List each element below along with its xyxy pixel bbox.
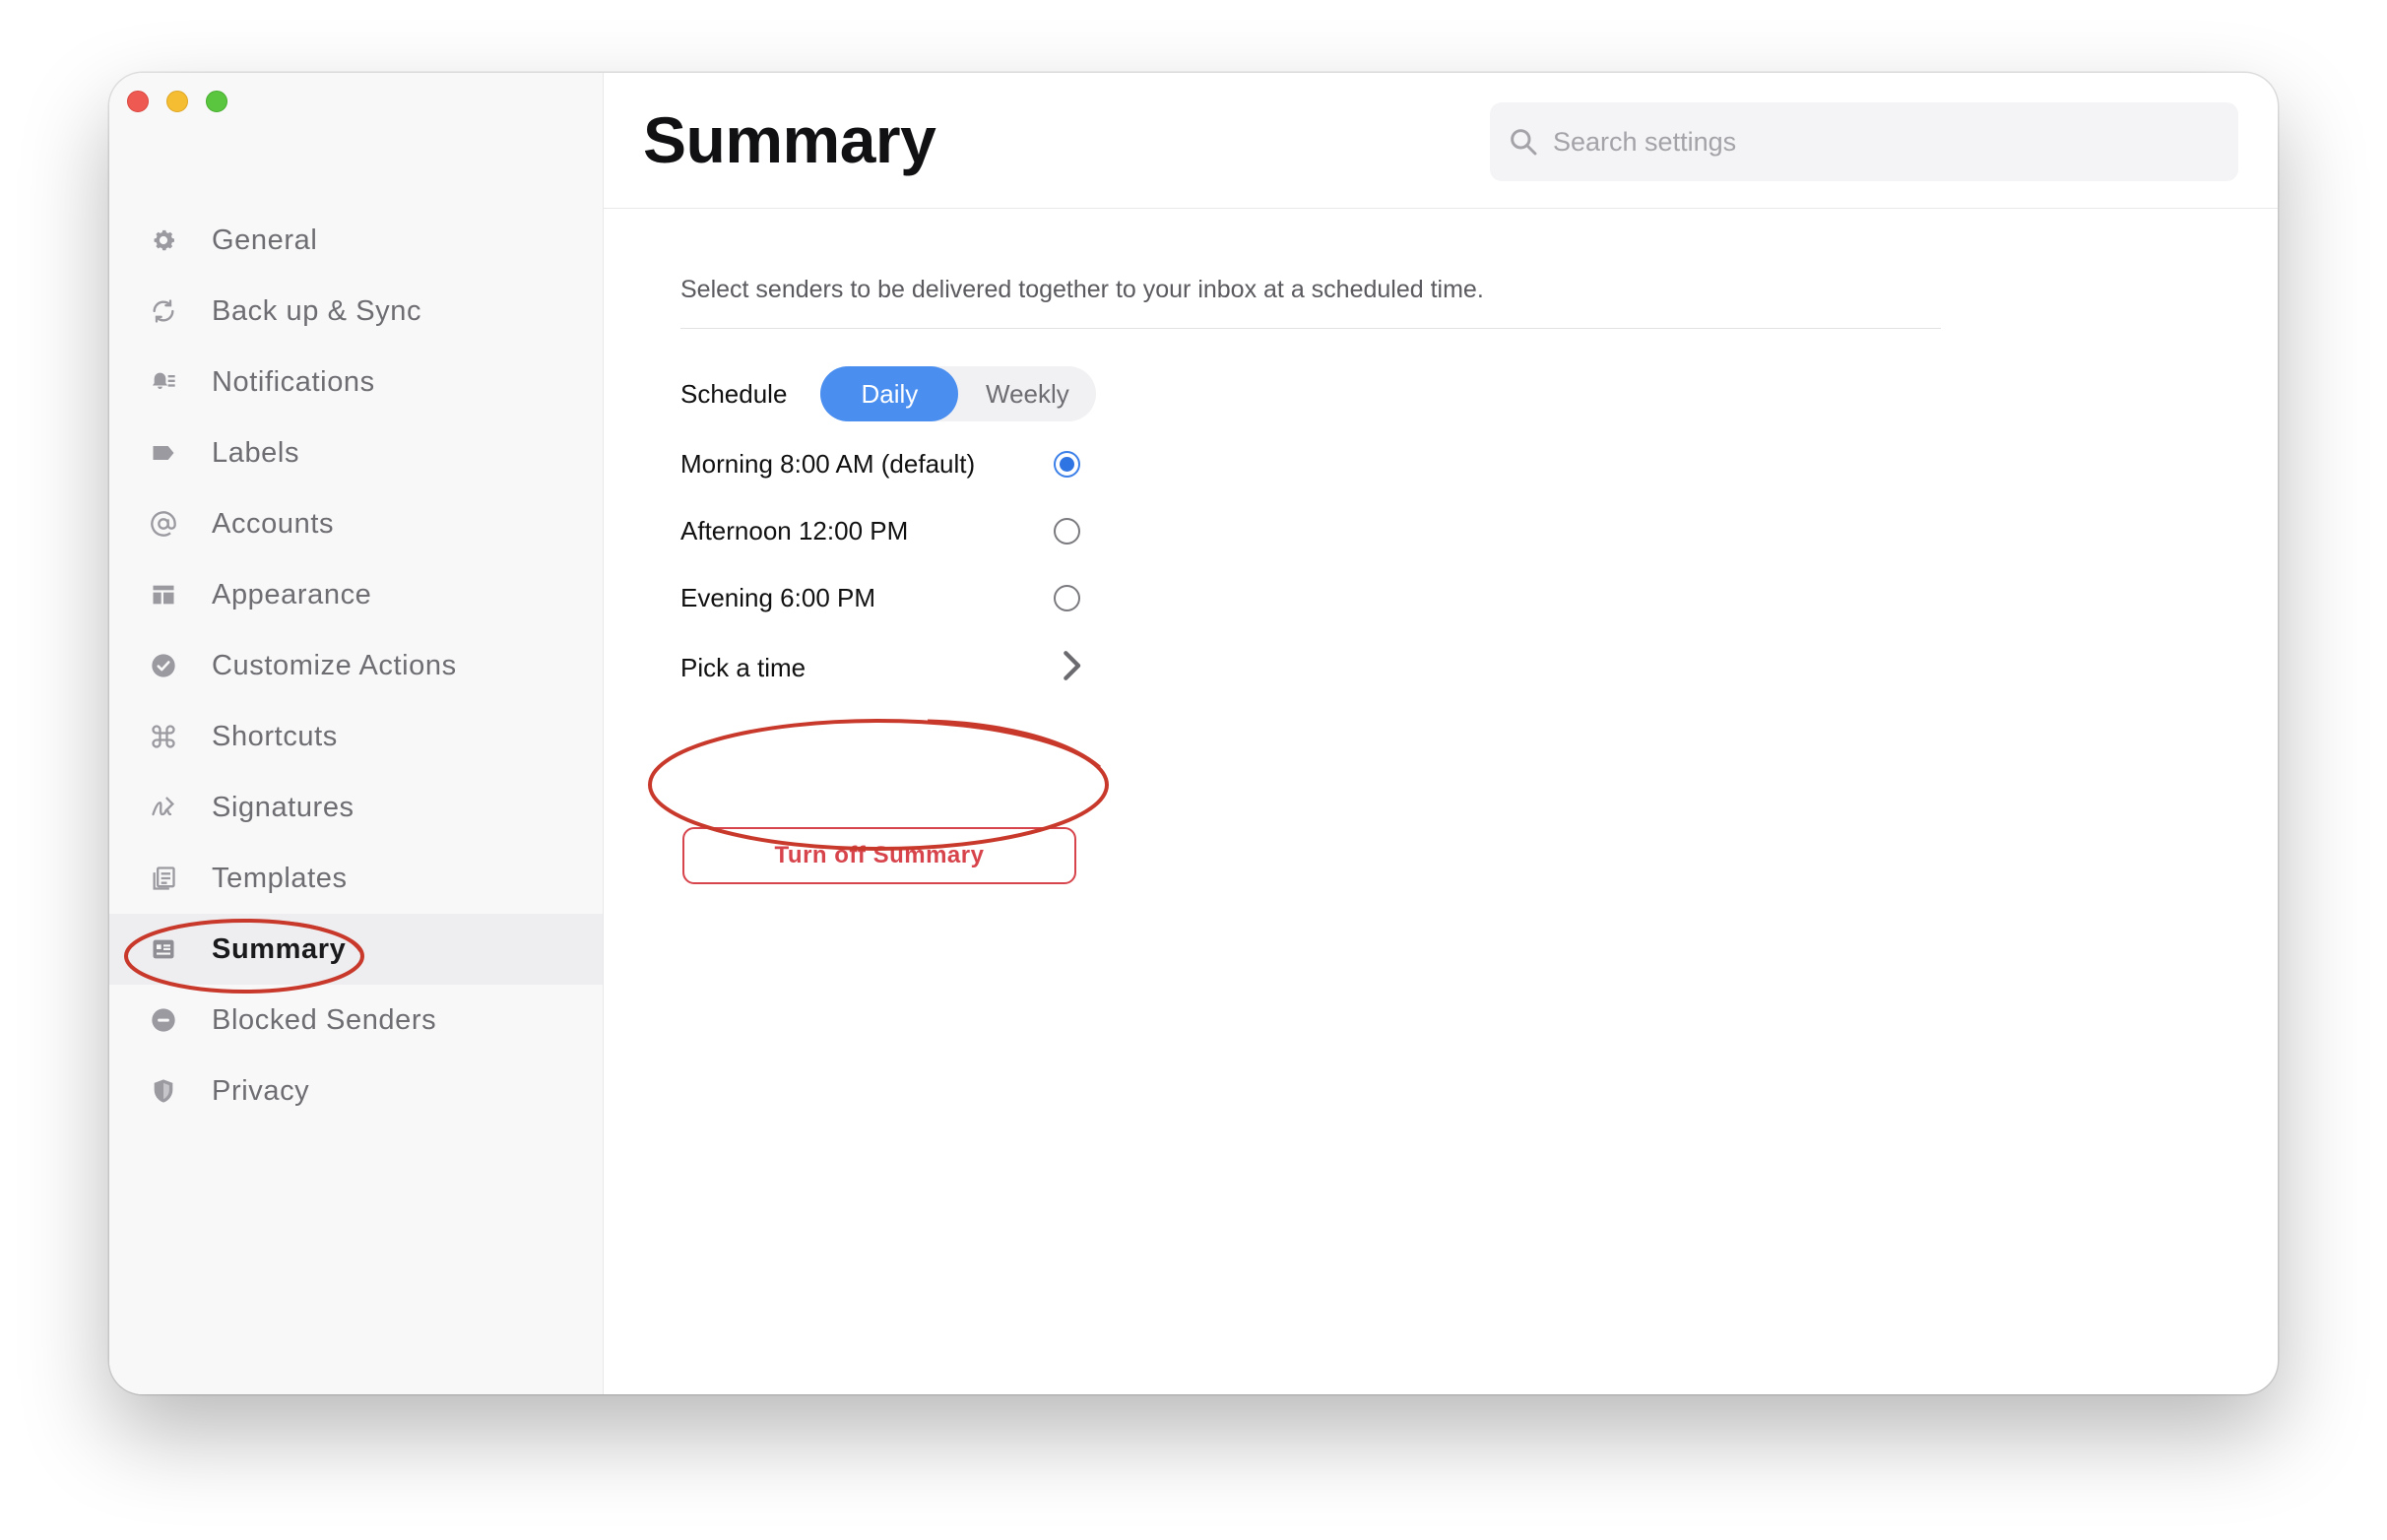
chevron-right-icon bbox=[1059, 649, 1084, 687]
sidebar-item-label: Notifications bbox=[212, 365, 375, 398]
close-window-button[interactable] bbox=[127, 91, 149, 112]
sidebar-item-blocked-senders[interactable]: Blocked Senders bbox=[109, 985, 603, 1056]
afternoon-radio[interactable] bbox=[1054, 517, 1080, 545]
search-icon bbox=[1511, 129, 1537, 156]
sidebar-item-label: Signatures bbox=[212, 791, 355, 823]
schedule-row: Schedule Daily Weekly bbox=[680, 366, 1097, 421]
blocked-icon bbox=[147, 1003, 180, 1037]
signature-pen-icon bbox=[147, 791, 180, 824]
sidebar-item-accounts[interactable]: Accounts bbox=[109, 488, 603, 559]
templates-icon bbox=[147, 862, 180, 895]
zoom-window-button[interactable] bbox=[206, 91, 227, 112]
sidebar-item-notifications[interactable]: Notifications bbox=[109, 347, 603, 417]
sidebar-item-shortcuts[interactable]: Shortcuts bbox=[109, 701, 603, 772]
morning-radio[interactable] bbox=[1054, 450, 1080, 478]
command-key-icon bbox=[147, 720, 180, 753]
minimize-window-button[interactable] bbox=[166, 91, 188, 112]
schedule-segmented-control: Daily Weekly bbox=[820, 366, 1097, 421]
schedule-label: Schedule bbox=[680, 378, 788, 409]
layout-icon bbox=[147, 578, 180, 611]
sidebar-item-templates[interactable]: Templates bbox=[109, 843, 603, 914]
shield-icon bbox=[147, 1074, 180, 1108]
schedule-weekly-button[interactable]: Weekly bbox=[958, 366, 1096, 421]
check-circle-icon bbox=[147, 649, 180, 682]
time-option-label: Afternoon 12:00 PM bbox=[680, 515, 909, 545]
sidebar-item-label: Back up & Sync bbox=[212, 294, 422, 327]
sidebar-item-label: Customize Actions bbox=[212, 649, 457, 681]
sidebar-item-backup-sync[interactable]: Back up & Sync bbox=[109, 276, 603, 347]
sidebar-item-label: Appearance bbox=[212, 578, 372, 610]
schedule-daily-button[interactable]: Daily bbox=[820, 366, 959, 421]
sidebar-item-label: Privacy bbox=[212, 1074, 310, 1107]
sidebar-item-labels[interactable]: Labels bbox=[109, 417, 603, 488]
sidebar-item-label: Accounts bbox=[212, 507, 335, 540]
search-box[interactable] bbox=[1490, 102, 2238, 181]
evening-radio[interactable] bbox=[1054, 584, 1080, 611]
at-sign-icon bbox=[147, 507, 180, 541]
window-controls bbox=[127, 91, 227, 112]
sidebar-item-summary[interactable]: Summary bbox=[109, 914, 603, 985]
pick-a-time-row[interactable]: Pick a time bbox=[680, 648, 1084, 687]
bell-icon bbox=[147, 365, 180, 399]
sidebar-item-label: Templates bbox=[212, 862, 348, 894]
time-option-afternoon[interactable]: Afternoon 12:00 PM bbox=[680, 511, 1084, 550]
settings-nav: General Back up & Sync Notifications Lab… bbox=[109, 205, 603, 1126]
sidebar-item-signatures[interactable]: Signatures bbox=[109, 772, 603, 843]
time-option-morning[interactable]: Morning 8:00 AM (default) bbox=[680, 444, 1084, 483]
pick-a-time-label: Pick a time bbox=[680, 652, 806, 682]
time-option-label: Evening 6:00 PM bbox=[680, 582, 876, 612]
sidebar: General Back up & Sync Notifications Lab… bbox=[109, 73, 604, 1394]
sidebar-item-label: Labels bbox=[212, 436, 300, 469]
search-input[interactable] bbox=[1553, 126, 2183, 158]
sidebar-item-appearance[interactable]: Appearance bbox=[109, 559, 603, 630]
sidebar-item-label: General bbox=[212, 224, 318, 256]
turn-off-summary-button[interactable]: Turn off Summary bbox=[682, 827, 1076, 884]
label-tag-icon bbox=[147, 436, 180, 470]
page-title: Summary bbox=[643, 103, 936, 176]
settings-window: General Back up & Sync Notifications Lab… bbox=[109, 73, 2278, 1394]
summary-description: Select senders to be delivered together … bbox=[680, 276, 1941, 329]
gear-icon bbox=[147, 224, 180, 257]
content-header: Summary bbox=[604, 73, 2278, 209]
sidebar-item-general[interactable]: General bbox=[109, 205, 603, 276]
summary-icon bbox=[147, 932, 180, 966]
summary-settings-panel: Select senders to be delivered together … bbox=[604, 211, 2278, 1394]
sidebar-item-label: Shortcuts bbox=[212, 720, 338, 752]
sidebar-item-label: Summary bbox=[212, 932, 347, 965]
sidebar-item-customize-actions[interactable]: Customize Actions bbox=[109, 630, 603, 701]
sidebar-item-label: Blocked Senders bbox=[212, 1003, 437, 1036]
sync-icon bbox=[147, 294, 180, 328]
time-option-evening[interactable]: Evening 6:00 PM bbox=[680, 578, 1084, 617]
sidebar-item-privacy[interactable]: Privacy bbox=[109, 1056, 603, 1126]
time-option-label: Morning 8:00 AM (default) bbox=[680, 448, 976, 479]
